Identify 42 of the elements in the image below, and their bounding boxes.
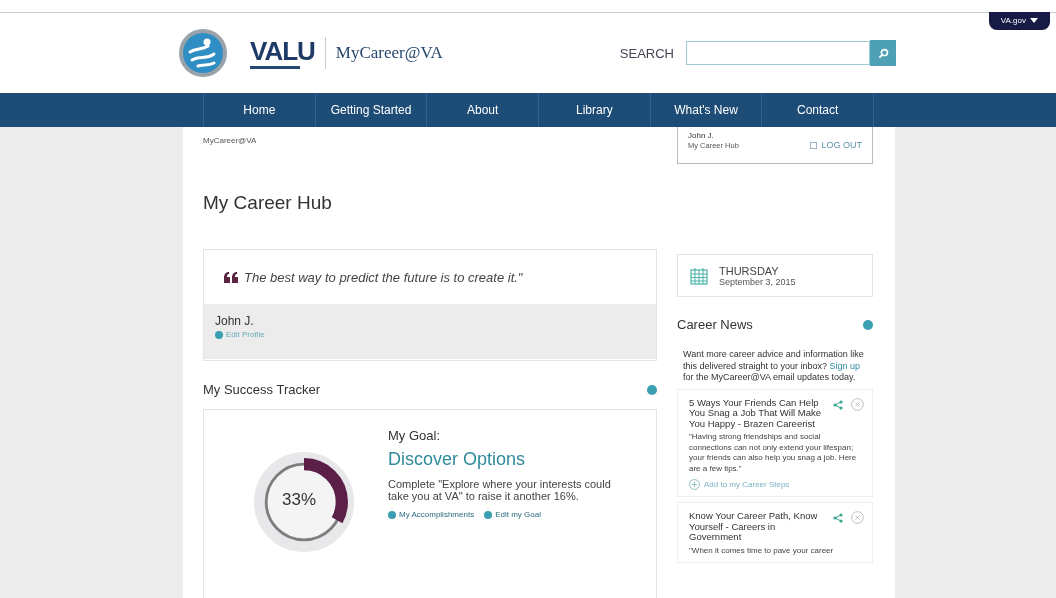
page-title: My Career Hub [203, 192, 333, 214]
share-icon[interactable] [833, 399, 843, 410]
goal-description: Complete "Explore where your interests could take you at VA" to raise it another 16%. [388, 478, 612, 502]
weekday: THURSDAY [719, 264, 780, 277]
logout-link[interactable]: LOG OUT [810, 140, 862, 150]
goal-name: Discover Options [388, 449, 527, 470]
quote-text: The best way to predict the future is to create it." [244, 269, 523, 285]
site-name: MyCareer@VA [335, 43, 443, 63]
share-icon[interactable] [833, 513, 843, 523]
close-icon[interactable] [851, 397, 864, 411]
user-name: John J. [688, 131, 715, 140]
progress-reading: 33% [282, 490, 317, 510]
signup-link[interactable]: Sign up [829, 360, 861, 371]
runner-logo-icon [178, 28, 228, 78]
close-icon[interactable] [851, 511, 864, 524]
newsletter-text: Want more career advice and information like this delivered straight to your inbox? Sign up for the MyCareer@VA email updates today. [683, 349, 865, 384]
help-icon[interactable] [863, 319, 873, 330]
news-title[interactable]: 5 Ways Your Friends Can Help You Snag a Job That Will Make You Happy - Brazen Careerist [689, 397, 825, 429]
search-field[interactable] [686, 41, 870, 65]
search-icon [877, 47, 889, 59]
goal-link[interactable]: My Accomplishments [399, 510, 475, 519]
va-menu[interactable]: VA.gov [988, 12, 1050, 30]
news-summary: "When it comes time to pave your career [689, 545, 835, 556]
news-summary: "Having strong friendships and social connections can not only extend your lifespan; your friends can also help you snag a job. Here are a few tips." [689, 432, 858, 474]
caret-icon [1030, 18, 1038, 23]
goal-label: My Goal: [388, 428, 441, 443]
quote-mark-icon [224, 271, 238, 283]
plus-icon [689, 479, 700, 490]
logo-text: VALU [250, 37, 315, 64]
date: September 3, 2015 [719, 276, 796, 287]
search-button[interactable] [870, 40, 896, 66]
help-icon[interactable] [647, 384, 657, 395]
calendar-icon [690, 266, 708, 285]
section-title: Career News [677, 317, 753, 332]
search-label: SEARCH [619, 45, 674, 61]
breadcrumb[interactable]: MyCareer@VA [203, 136, 657, 145]
logout-icon [810, 141, 818, 149]
edit-icon [215, 330, 223, 339]
author-name: John J. [215, 314, 255, 328]
section-title: My Success Tracker [203, 382, 321, 397]
goal-link[interactable]: Edit my Goal [495, 510, 541, 519]
news-title[interactable]: Know Your Career Path, Know Yourself - Careers in Government [689, 511, 825, 543]
